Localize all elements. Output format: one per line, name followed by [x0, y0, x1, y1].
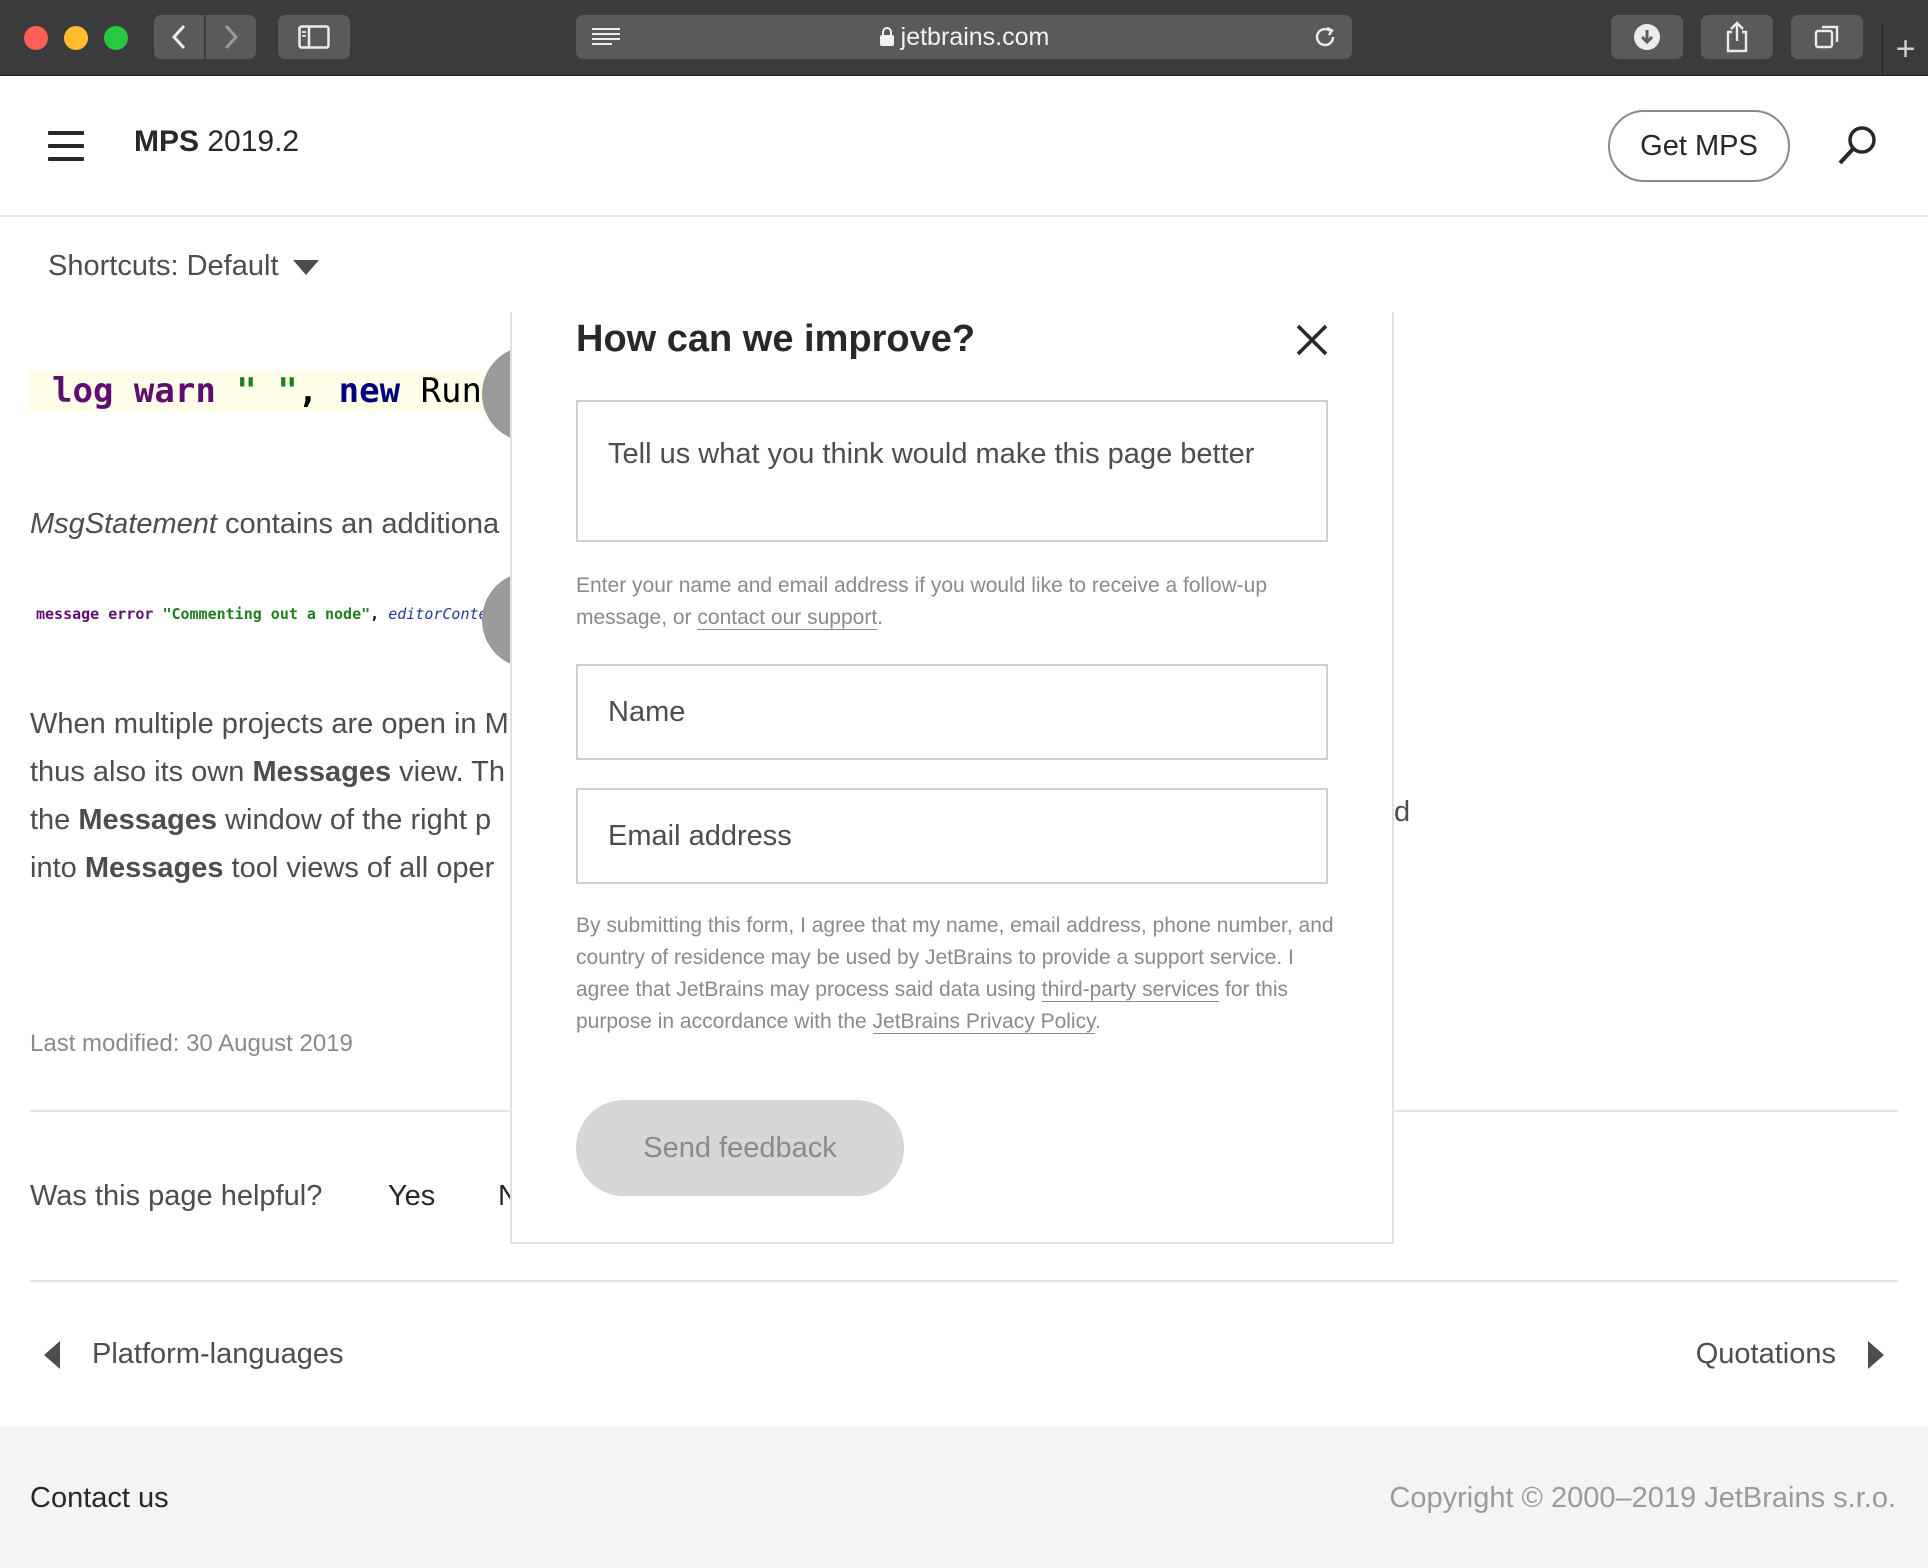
back-button[interactable]: [154, 15, 204, 59]
close-window-button[interactable]: [24, 26, 48, 50]
divider: [30, 1280, 1898, 1282]
text-line: into Messages tool views of all oper: [30, 844, 509, 892]
product-name: MPS: [134, 125, 200, 158]
caret-left-icon: [44, 1340, 60, 1369]
url-text: jetbrains.com: [900, 23, 1050, 51]
product-title[interactable]: MPS 2019.2: [134, 125, 299, 159]
dialog-title: How can we improve?: [576, 318, 976, 360]
site-footer: Contact us Copyright © 2000–2019 JetBrai…: [0, 1426, 1928, 1568]
bold-term: Messages: [252, 756, 392, 788]
next-page-label: Quotations: [1695, 1338, 1836, 1370]
bold-term: Messages: [78, 804, 218, 836]
download-icon: [1634, 24, 1660, 50]
new-tab-button[interactable]: +: [1882, 24, 1928, 76]
share-icon: [1726, 21, 1748, 53]
send-feedback-button[interactable]: Send feedback: [576, 1100, 904, 1196]
paragraph-text: contains an additiona: [216, 508, 500, 540]
contact-support-link[interactable]: contact our support: [697, 606, 878, 630]
feedback-dialog: How can we improve? Tell us what you thi…: [510, 312, 1394, 1244]
browser-toolbar: jetbrains.com +: [0, 0, 1928, 76]
code-token: ,: [297, 371, 319, 411]
code-token: new: [338, 371, 401, 411]
tabs-icon: [1814, 25, 1839, 49]
code-token: message: [36, 605, 100, 623]
email-field[interactable]: Email address: [576, 788, 1328, 884]
privacy-policy-link[interactable]: JetBrains Privacy Policy: [872, 1010, 1096, 1034]
chevron-right-icon: [224, 24, 239, 50]
close-icon[interactable]: [1294, 322, 1330, 358]
get-mps-button[interactable]: Get MPS: [1608, 110, 1790, 182]
code-token: ,: [370, 605, 380, 623]
italic-term: MsgStatement: [30, 508, 217, 540]
text-span: When multiple projects are open in M: [30, 708, 509, 740]
sidebar-icon: [298, 25, 330, 49]
text-fragment: d: [1394, 796, 1411, 828]
bold-term: Messages: [84, 852, 224, 884]
third-party-services-link[interactable]: third-party services: [1041, 978, 1220, 1002]
hint-text: .: [877, 606, 884, 629]
code-token: editorConte: [388, 605, 488, 623]
text-span: thus also its own: [30, 756, 253, 788]
copyright: Copyright © 2000–2019 JetBrains s.r.o.: [1389, 1482, 1896, 1514]
helpful-yes-button[interactable]: Yes: [388, 1180, 435, 1213]
text-span: into: [30, 852, 85, 884]
lock-icon: [879, 27, 894, 46]
last-modified: Last modified: 30 August 2019: [30, 1030, 353, 1057]
prev-page-label: Platform-languages: [92, 1338, 344, 1370]
code-token: log: [52, 371, 114, 411]
text-line: When multiple projects are open in M: [30, 700, 509, 748]
next-page-link[interactable]: Quotations: [1696, 1338, 1884, 1371]
name-field[interactable]: Name: [576, 664, 1328, 760]
share-button[interactable]: [1701, 15, 1773, 59]
text-line: thus also its own Messages view. Th: [30, 748, 509, 796]
code-token: " ": [236, 371, 298, 411]
text-span: the: [30, 804, 79, 836]
product-version: 2019.2: [207, 125, 300, 158]
text-line: the Messages window of the right p: [30, 796, 509, 844]
address-bar[interactable]: jetbrains.com: [576, 15, 1352, 59]
paragraph-msgstatement: MsgStatement contains an additiona: [30, 508, 499, 541]
shortcuts-label: Shortcuts: Default: [48, 250, 279, 282]
caret-right-icon: [1868, 1340, 1884, 1369]
text-span: view. Th: [391, 756, 506, 788]
text-span: window of the right p: [217, 804, 492, 836]
menu-icon[interactable]: [48, 131, 84, 161]
consent-text: By submitting this form, I agree that my…: [576, 910, 1336, 1038]
code-token: error: [108, 605, 154, 623]
tab-overview-button[interactable]: [1791, 15, 1863, 59]
follow-up-hint: Enter your name and email address if you…: [576, 570, 1336, 634]
shortcuts-dropdown[interactable]: Shortcuts: Default: [48, 250, 319, 283]
url-display: jetbrains.com: [576, 15, 1352, 59]
code-example-log-warn: log warn " ", new Run: [30, 370, 500, 412]
sidebar-toggle-button[interactable]: [278, 15, 350, 59]
code-token: Run: [420, 371, 482, 411]
body-paragraph: When multiple projects are open in M thu…: [30, 700, 509, 892]
prev-page-link[interactable]: Platform-languages: [44, 1338, 343, 1371]
downloads-button[interactable]: [1611, 15, 1683, 59]
search-icon[interactable]: [1836, 123, 1880, 167]
code-token: "Commenting out a node": [162, 605, 371, 623]
zoom-window-button[interactable]: [104, 26, 128, 50]
helpful-question: Was this page helpful?: [30, 1180, 323, 1212]
code-example-message-error: message error "Commenting out a node", e…: [36, 605, 488, 623]
consent-span: .: [1095, 1010, 1101, 1033]
forward-button[interactable]: [206, 15, 256, 59]
minimize-window-button[interactable]: [64, 26, 88, 50]
contact-us-link[interactable]: Contact us: [30, 1482, 169, 1515]
code-token: warn: [133, 371, 216, 411]
hint-text: Enter your name and email address if you…: [576, 574, 1268, 629]
site-header: MPS 2019.2 Get MPS: [0, 77, 1928, 217]
caret-down-icon: [292, 259, 319, 275]
text-span: tool views of all oper: [223, 852, 495, 884]
reload-icon[interactable]: [1312, 24, 1338, 50]
chevron-left-icon: [171, 24, 186, 50]
feedback-textarea[interactable]: Tell us what you think would make this p…: [576, 400, 1328, 542]
